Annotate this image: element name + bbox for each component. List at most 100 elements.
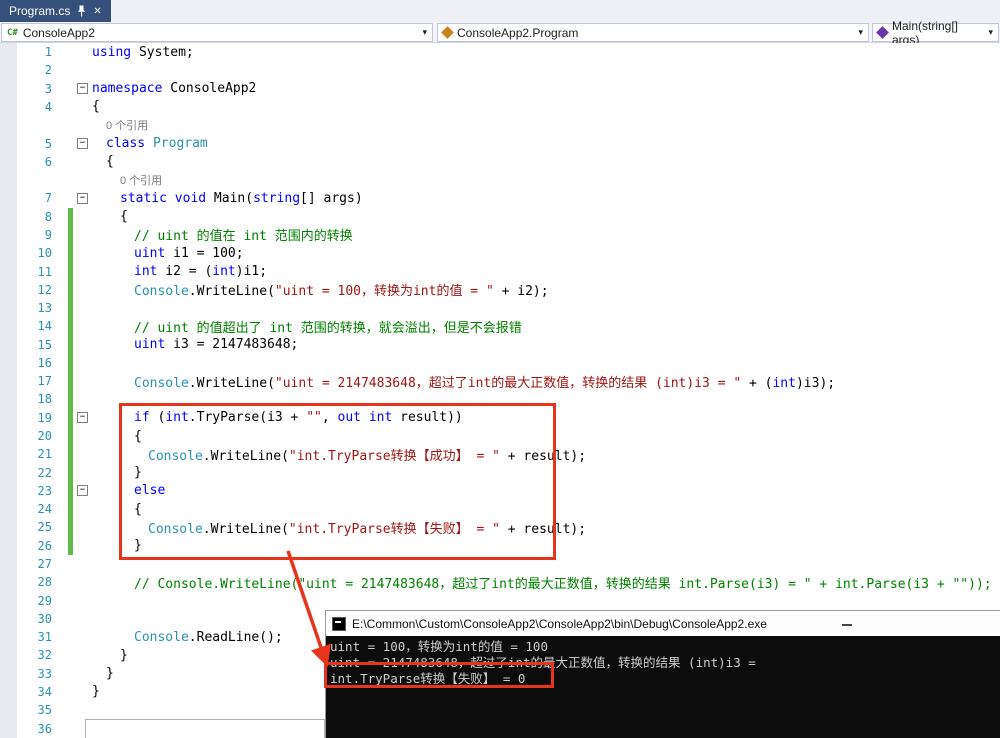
type-dropdown-value: ConsoleApp2.Program — [457, 25, 579, 40]
codelens-references[interactable]: 0 个引用 — [92, 172, 162, 188]
line-number[interactable]: 30 — [0, 612, 55, 626]
change-tracking-bar — [68, 207, 73, 226]
code-line[interactable]: 7 − static void Main(string[] args) — [0, 189, 1000, 207]
line-number[interactable]: 8 — [0, 210, 55, 224]
line-number[interactable]: 14 — [0, 319, 55, 333]
line-number[interactable]: 22 — [0, 466, 55, 480]
line-number[interactable]: 31 — [0, 630, 55, 644]
collapse-icon[interactable]: − — [77, 138, 88, 150]
code-line[interactable]: 5 − class Program — [0, 134, 1000, 152]
change-tracking-bar — [68, 298, 73, 318]
code-line[interactable]: 13 — [0, 298, 1000, 318]
codelens-row[interactable]: 0 个引用 — [0, 116, 1000, 134]
codelens-references[interactable]: 0 个引用 — [92, 117, 148, 133]
line-number[interactable]: 19 — [0, 411, 55, 425]
pin-icon[interactable] — [77, 5, 86, 17]
console-line: uint = 100，转换为int的值 = 100 — [330, 639, 548, 654]
code-line[interactable]: 9 // uint 的值在 int 范围内的转换 — [0, 225, 1000, 245]
member-dropdown[interactable]: Main(string[] args) ▾ — [872, 19, 999, 47]
line-number[interactable]: 17 — [0, 374, 55, 388]
chevron-down-icon[interactable]: ▾ — [988, 27, 993, 38]
code-line[interactable]: 8{ — [0, 207, 1000, 226]
code-line[interactable]: 28 // Console.WriteLine("uint = 214748364… — [0, 573, 1000, 592]
line-number[interactable]: 23 — [0, 484, 55, 498]
fold-gutter: − — [73, 192, 92, 204]
change-tracking-bar — [68, 171, 73, 189]
line-number[interactable]: 12 — [0, 283, 55, 297]
code-line[interactable]: 4{ — [0, 98, 1000, 116]
line-number[interactable]: 28 — [0, 575, 55, 589]
console-title-bar[interactable]: E:\Common\Custom\ConsoleApp2\ConsoleApp2… — [326, 611, 1000, 636]
change-tracking-bar — [68, 390, 73, 409]
line-number[interactable]: 34 — [0, 685, 55, 699]
line-number[interactable]: 33 — [0, 667, 55, 681]
line-number[interactable]: 29 — [0, 594, 55, 608]
code-text: } — [92, 684, 100, 700]
minimize-icon[interactable] — [842, 624, 852, 626]
change-tracking-bar — [68, 43, 73, 61]
collapse-icon[interactable]: − — [77, 192, 88, 204]
code-text: { — [120, 209, 128, 225]
code-text: // Console.WriteLine("uint = 2147483648，… — [134, 576, 992, 592]
line-number[interactable]: 26 — [0, 539, 55, 553]
collapse-icon[interactable]: − — [77, 412, 88, 424]
code-text: { — [106, 154, 114, 170]
codelens-row[interactable]: 0 个引用 — [0, 171, 1000, 189]
type-dropdown[interactable]: ConsoleApp2.Program ▾ — [437, 23, 869, 42]
line-number[interactable]: 21 — [0, 447, 55, 461]
line-number[interactable]: 9 — [0, 228, 55, 242]
code-line[interactable]: 14 // uint 的值超出了 int 范围的转换，就会溢出，但是不会报错 — [0, 317, 1000, 336]
code-line[interactable]: 16 — [0, 353, 1000, 373]
line-number[interactable]: 20 — [0, 429, 55, 443]
line-number[interactable]: 13 — [0, 301, 55, 315]
chevron-down-icon[interactable]: ▾ — [858, 27, 863, 38]
line-number[interactable]: 1 — [0, 45, 55, 59]
close-icon[interactable]: ✕ — [93, 6, 101, 17]
code-text: } — [120, 647, 128, 663]
change-tracking-bar — [68, 555, 73, 573]
code-line[interactable]: 6{ — [0, 153, 1000, 171]
line-number[interactable]: 10 — [0, 246, 55, 260]
project-dropdown[interactable]: C# ConsoleApp2 ▾ — [1, 23, 433, 42]
chevron-down-icon[interactable]: ▾ — [422, 27, 427, 38]
code-text: static void Main(string[] args) — [120, 190, 363, 206]
line-number[interactable]: 2 — [0, 63, 55, 77]
line-number[interactable]: 7 — [0, 191, 55, 205]
fold-gutter: − — [73, 83, 92, 95]
line-number[interactable]: 27 — [0, 557, 55, 571]
change-tracking-bar — [68, 445, 73, 464]
line-number[interactable]: 6 — [0, 155, 55, 169]
line-number[interactable]: 35 — [0, 703, 55, 717]
change-tracking-bar — [68, 153, 73, 171]
code-line[interactable]: 29 — [0, 591, 1000, 609]
code-line[interactable]: 2 — [0, 61, 1000, 79]
line-number[interactable]: 25 — [0, 520, 55, 534]
code-text: { — [92, 99, 100, 115]
change-tracking-bar — [68, 426, 73, 446]
line-number[interactable]: 4 — [0, 100, 55, 114]
line-number[interactable]: 5 — [0, 137, 55, 151]
change-tracking-bar — [68, 98, 73, 116]
line-number[interactable]: 32 — [0, 648, 55, 662]
line-number[interactable]: 18 — [0, 392, 55, 406]
change-tracking-bar — [68, 244, 73, 263]
code-line[interactable]: 15 uint i3 = 2147483648; — [0, 335, 1000, 354]
code-line[interactable]: 1 using System; — [0, 43, 1000, 61]
line-number[interactable]: 15 — [0, 338, 55, 352]
line-number[interactable]: 16 — [0, 356, 55, 370]
code-line[interactable]: 12 Console.WriteLine("uint = 100，转换为int的值… — [0, 280, 1000, 299]
collapse-icon[interactable]: − — [77, 83, 88, 95]
code-line[interactable]: 11 int i2 = (int)i1; — [0, 262, 1000, 281]
code-line[interactable]: 10 uint i1 = 100; — [0, 244, 1000, 263]
tab-program-cs[interactable]: Program.cs ✕ — [0, 0, 111, 22]
line-number[interactable]: 24 — [0, 502, 55, 516]
line-number[interactable]: 3 — [0, 82, 55, 96]
code-line[interactable]: 17 Console.WriteLine("uint = 2147483648，超… — [0, 372, 1000, 391]
code-text: // uint 的值在 int 范围内的转换 — [134, 229, 353, 245]
class-icon — [441, 26, 454, 39]
collapse-icon[interactable]: − — [77, 485, 88, 497]
code-line[interactable]: 3 − namespace ConsoleApp2 — [0, 80, 1000, 98]
change-tracking-bar — [68, 518, 73, 537]
line-number[interactable]: 36 — [0, 722, 55, 736]
line-number[interactable]: 11 — [0, 265, 55, 279]
